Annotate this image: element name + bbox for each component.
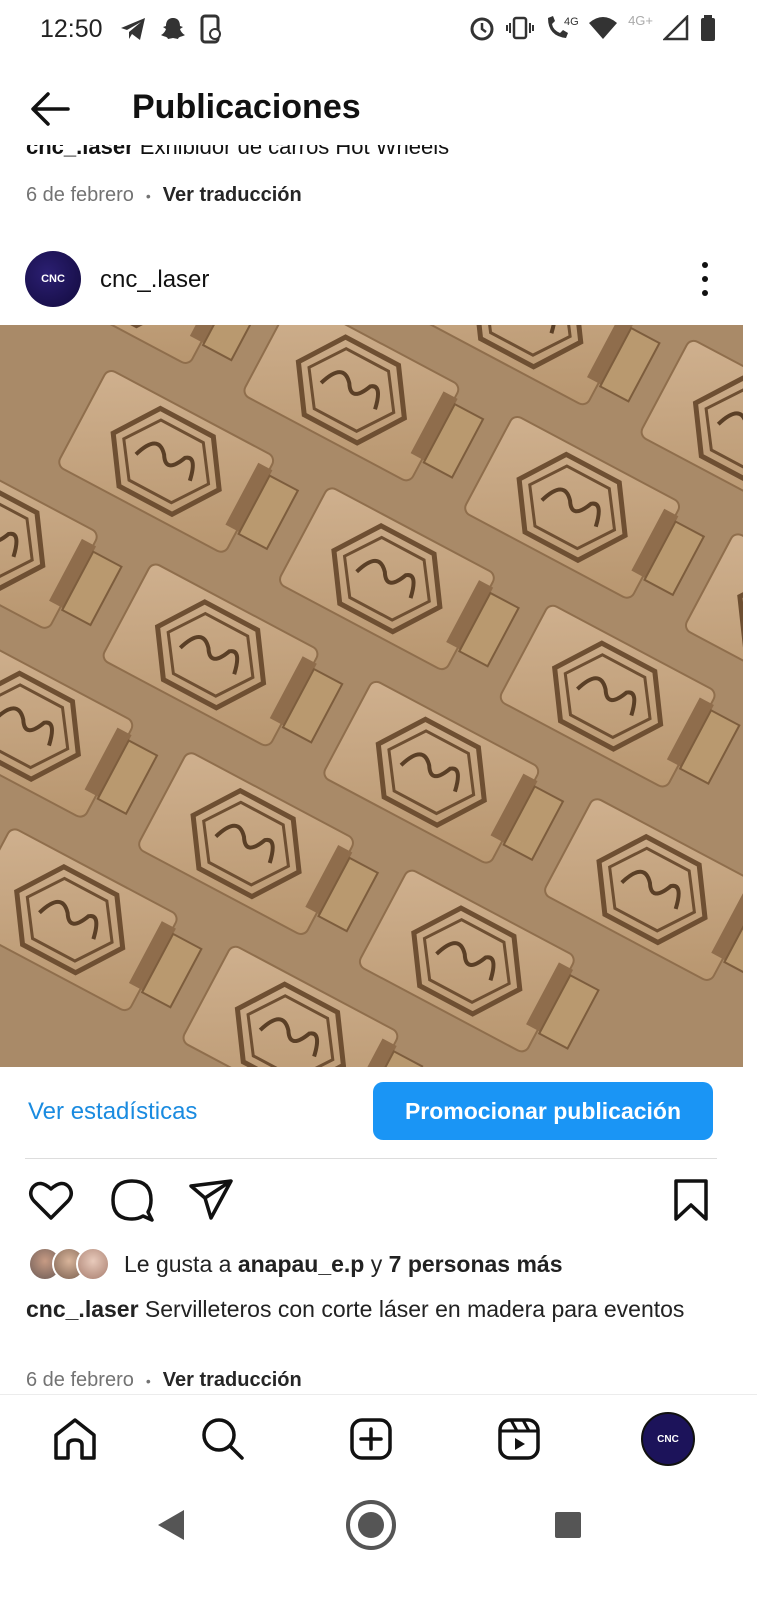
likes-user[interactable]: anapau_e.p bbox=[238, 1251, 365, 1277]
previous-post-username[interactable]: cnc_.laser bbox=[26, 145, 134, 159]
previous-post-caption: cnc_.laser Exhibidor de carros Hot Wheel… bbox=[26, 145, 726, 167]
signal-icon bbox=[663, 15, 689, 41]
comment-icon[interactable] bbox=[108, 1176, 156, 1224]
header: Publicaciones bbox=[0, 70, 757, 146]
heart-icon[interactable] bbox=[27, 1176, 75, 1224]
previous-post-meta: 6 de febrero • Ver traducción bbox=[26, 184, 302, 207]
liker-avatar bbox=[76, 1247, 110, 1281]
system-nav bbox=[0, 1484, 757, 1600]
post-meta: 6 de febrero • Ver traducción bbox=[26, 1369, 302, 1392]
reels-icon[interactable] bbox=[495, 1415, 543, 1463]
post-caption: cnc_.laser Servilleteros con corte láser… bbox=[26, 1292, 726, 1326]
svg-text:4G: 4G bbox=[564, 16, 578, 28]
post-header: CNC cnc_.laser bbox=[0, 250, 757, 308]
wooden-napkin-holders-photo bbox=[0, 325, 743, 1067]
page-title: Publicaciones bbox=[132, 88, 361, 126]
post-date: 6 de febrero bbox=[26, 1369, 134, 1391]
caption-text: Servilleteros con corte láser en madera … bbox=[144, 1296, 685, 1322]
share-icon[interactable] bbox=[187, 1176, 235, 1224]
previous-post-translate-link[interactable]: Ver traducción bbox=[163, 184, 302, 207]
post-insights-bar: Ver estadísticas Promocionar publicación bbox=[0, 1082, 757, 1140]
previous-post-caption-text: Exhibidor de carros Hot Wheels bbox=[139, 145, 450, 159]
alarm-icon bbox=[470, 17, 494, 41]
home-icon[interactable] bbox=[51, 1415, 99, 1463]
telegram-icon bbox=[120, 18, 145, 40]
promote-post-button[interactable]: Promocionar publicación bbox=[373, 1082, 713, 1140]
more-vertical-icon[interactable] bbox=[695, 262, 715, 296]
home-circle-icon[interactable] bbox=[345, 1499, 397, 1551]
phone-sync-icon bbox=[200, 14, 221, 44]
post-translate-link[interactable]: Ver traducción bbox=[163, 1369, 302, 1392]
vibrate-icon bbox=[506, 16, 535, 40]
profile-avatar[interactable]: CNC bbox=[641, 1412, 695, 1466]
caption-username[interactable]: cnc_.laser bbox=[26, 1296, 139, 1322]
separator-dot: • bbox=[145, 187, 151, 204]
post-actions bbox=[0, 1176, 757, 1226]
search-icon[interactable] bbox=[199, 1415, 247, 1463]
post-avatar[interactable]: CNC bbox=[25, 251, 81, 307]
volte-call-icon: 4G bbox=[548, 16, 578, 38]
separator-dot: • bbox=[145, 1372, 151, 1389]
status-time: 12:50 bbox=[40, 14, 103, 43]
post-username[interactable]: cnc_.laser bbox=[100, 266, 209, 294]
wifi-icon bbox=[589, 17, 618, 39]
bottom-nav: CNC bbox=[0, 1394, 757, 1484]
previous-post-date: 6 de febrero bbox=[26, 184, 134, 206]
network-label: 4G+ bbox=[628, 12, 653, 28]
status-bar: 12:50 4G 4G+ bbox=[0, 0, 757, 58]
likes-text: Le gusta a anapau_e.p y 7 personas más bbox=[124, 1250, 563, 1277]
battery-icon bbox=[701, 15, 715, 41]
likes-others[interactable]: 7 personas más bbox=[389, 1251, 563, 1277]
divider bbox=[25, 1158, 717, 1159]
create-icon[interactable] bbox=[347, 1415, 395, 1463]
bookmark-icon[interactable] bbox=[667, 1176, 715, 1224]
arrow-left-icon[interactable] bbox=[28, 86, 74, 132]
back-triangle-icon[interactable] bbox=[156, 1508, 186, 1542]
likes-row[interactable]: Le gusta a anapau_e.p y 7 personas más bbox=[28, 1246, 563, 1282]
recents-square-icon[interactable] bbox=[554, 1511, 582, 1539]
view-stats-link[interactable]: Ver estadísticas bbox=[28, 1098, 197, 1126]
post-image[interactable] bbox=[0, 325, 743, 1067]
snapchat-icon bbox=[160, 18, 185, 39]
